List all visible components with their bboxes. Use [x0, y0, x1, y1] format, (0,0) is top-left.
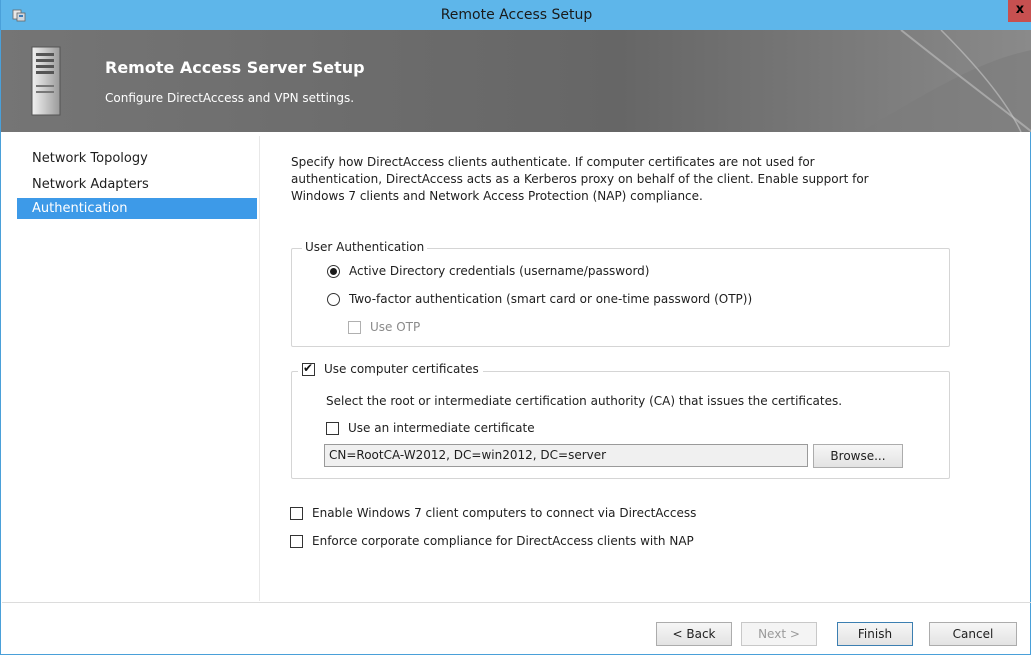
wizard-header: Remote Access Server Setup Configure Dir… [1, 30, 1031, 132]
use-computer-certificates-checkbox-box[interactable] [302, 361, 315, 376]
user-authentication-legend: User Authentication [302, 240, 428, 254]
next-button[interactable]: Next > [741, 622, 817, 646]
intermediate-certificate-label: Use an intermediate certificate [348, 421, 535, 435]
nap-compliance-checkbox-box[interactable] [290, 534, 303, 548]
nap-compliance-checkbox[interactable]: Enforce corporate compliance for DirectA… [290, 534, 694, 548]
ca-instruction: Select the root or intermediate certific… [326, 394, 843, 408]
window-title: Remote Access Setup [440, 7, 593, 23]
server-icon [28, 45, 66, 117]
title-bar[interactable]: Remote Access Setup x [1, 0, 1031, 30]
windows7-clients-label: Enable Windows 7 client computers to con… [312, 506, 697, 520]
windows7-clients-checkbox-box[interactable] [290, 506, 303, 520]
two-factor-radio-indicator[interactable] [327, 292, 340, 306]
remote-access-setup-window: Remote Access Setup x Remote Access Serv… [0, 0, 1031, 655]
close-button[interactable]: x [1008, 0, 1031, 22]
header-title: Remote Access Server Setup [105, 58, 365, 77]
windows7-clients-checkbox[interactable]: Enable Windows 7 client computers to con… [290, 506, 696, 520]
header-swoosh-graphic [1, 30, 1031, 132]
browse-button[interactable]: Browse... [813, 444, 903, 468]
nav-item-network-topology[interactable]: Network Topology [17, 146, 257, 172]
use-otp-checkbox[interactable]: Use OTP [348, 320, 420, 334]
authentication-page: Specify how DirectAccess clients authent… [260, 136, 1030, 601]
use-otp-checkbox-box[interactable] [348, 320, 361, 334]
intermediate-certificate-checkbox[interactable]: Use an intermediate certificate [326, 421, 535, 435]
header-subtitle: Configure DirectAccess and VPN settings. [105, 91, 355, 105]
nav-item-authentication[interactable]: Authentication [17, 198, 257, 219]
finish-button[interactable]: Finish [837, 622, 913, 646]
ad-credentials-radio-indicator[interactable] [327, 264, 340, 278]
nav-item-network-adapters[interactable]: Network Adapters [17, 172, 257, 198]
use-otp-label: Use OTP [370, 320, 421, 334]
page-description: Specify how DirectAccess clients authent… [291, 155, 869, 203]
two-factor-label: Two-factor authentication (smart card or… [349, 292, 753, 306]
intermediate-certificate-checkbox-box[interactable] [326, 421, 339, 435]
nap-compliance-label: Enforce corporate compliance for DirectA… [312, 534, 694, 548]
ad-credentials-label: Active Directory credentials (username/p… [349, 264, 650, 278]
use-computer-certificates-checkbox[interactable]: Use computer certificates [298, 361, 483, 376]
ad-credentials-radio[interactable]: Active Directory credentials (username/p… [327, 264, 649, 278]
use-computer-certificates-label: Use computer certificates [324, 362, 479, 376]
cancel-button[interactable]: Cancel [929, 622, 1017, 646]
footer-divider [2, 602, 1031, 603]
two-factor-radio[interactable]: Two-factor authentication (smart card or… [327, 292, 752, 306]
ca-name-field[interactable]: CN=RootCA-W2012, DC=win2012, DC=server [324, 444, 808, 467]
back-button[interactable]: < Back [656, 622, 732, 646]
wizard-nav: Network Topology Network Adapters Authen… [17, 146, 257, 601]
